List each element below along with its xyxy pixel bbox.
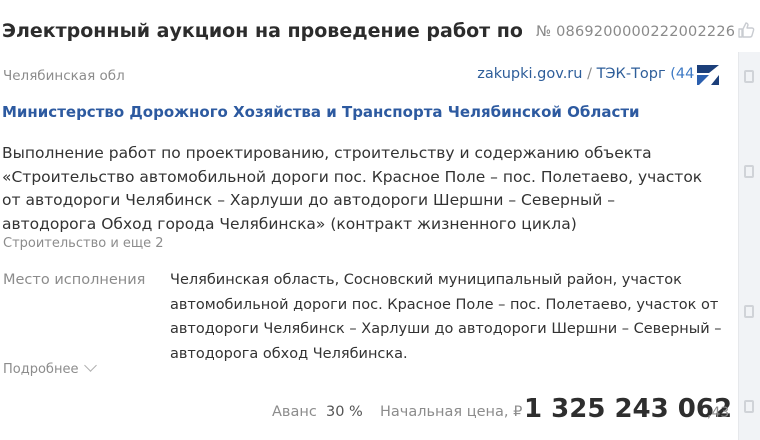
region-label: Челябинская обл [3, 68, 125, 84]
place-label: Место исполнения [3, 272, 146, 288]
tender-description: Выполнение работ по проектированию, стро… [2, 144, 703, 233]
more-label[interactable]: Подробнее [3, 362, 78, 377]
source-link[interactable]: zakupki.gov.ru / ТЭК-Торг (44) [477, 66, 700, 82]
source-separator: / [587, 66, 592, 82]
tek-torg-logo [695, 62, 721, 88]
thumb-up-icon[interactable] [736, 20, 756, 40]
advance-label: Аванс [272, 404, 317, 420]
side-panel [738, 52, 760, 440]
source-platform[interactable]: ТЭК-Торг [597, 66, 666, 82]
tender-number[interactable]: № 0869200000222002226 [536, 24, 735, 40]
customer-link[interactable]: Министерство Дорожного Хозяйства и Транс… [2, 103, 640, 121]
price-cents: ,43 [707, 405, 730, 421]
more-toggle[interactable]: Подробнее [3, 359, 98, 377]
advance-value: 30 % [326, 404, 363, 420]
chevron-down-icon [84, 359, 98, 372]
source-site[interactable]: zakupki.gov.ru [477, 66, 582, 82]
category-tag[interactable]: Строительство и еще 2 [3, 236, 164, 251]
tender-title[interactable]: Электронный аукцион на проведение работ … [2, 20, 522, 42]
bookmark-icon[interactable] [744, 305, 754, 318]
place-value: Челябинская область, Сосновский муниципа… [170, 272, 722, 362]
price-value: 1 325 243 062 [524, 394, 733, 424]
tender-header: Электронный аукцион на проведение работ … [0, 0, 760, 50]
price-label: Начальная цена, ₽ [380, 404, 523, 420]
bookmark-icon[interactable] [744, 165, 754, 178]
bookmark-icon[interactable] [744, 400, 754, 413]
bookmark-icon[interactable] [744, 70, 754, 83]
